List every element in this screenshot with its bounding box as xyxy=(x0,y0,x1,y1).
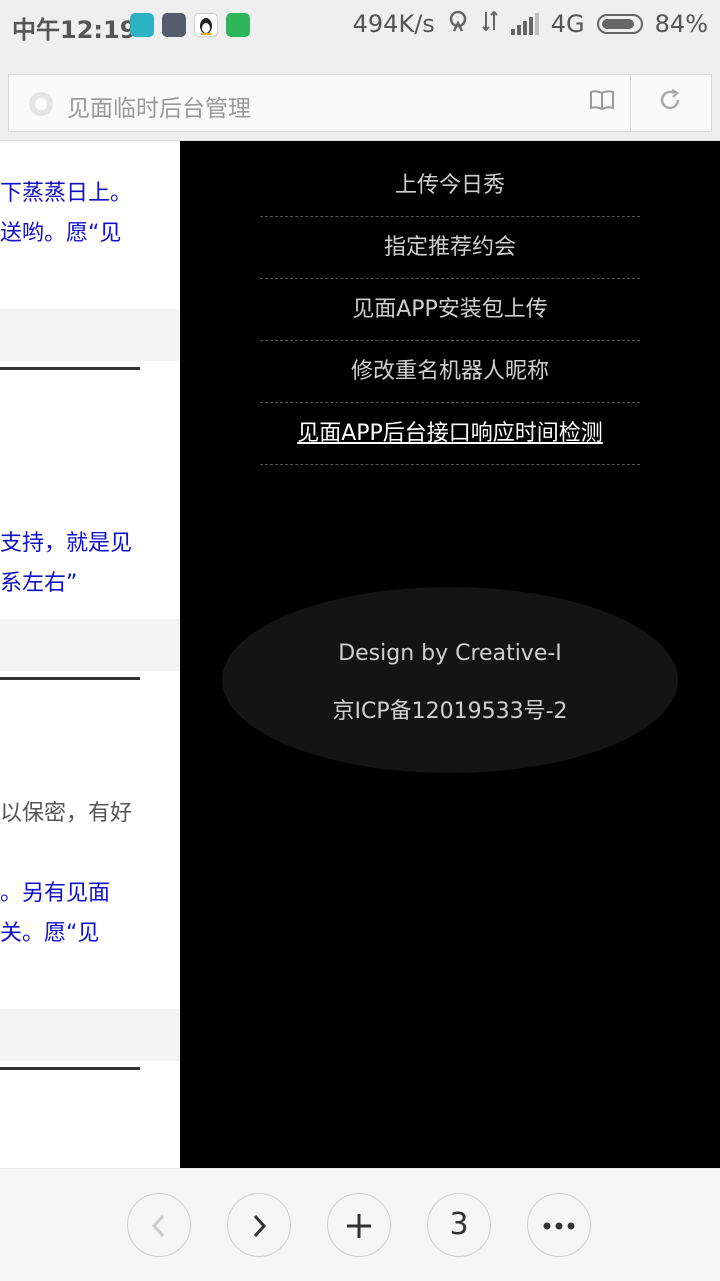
content-text-line: 关。愿“见 xyxy=(0,921,100,946)
app-icon-1 xyxy=(130,13,154,37)
status-right: 494K/s 4G 84% xyxy=(353,10,708,38)
battery-icon xyxy=(596,14,643,34)
chevron-right-icon xyxy=(248,1207,270,1242)
page-content-left: 下蒸蒸日上。 送哟。愿“见 支持，就是见 系左右” 以保密，有好 。另有见面 关… xyxy=(0,141,181,1168)
content-text-line: 下蒸蒸日上。 xyxy=(0,181,133,206)
forward-button[interactable] xyxy=(227,1193,291,1257)
section-band xyxy=(0,1009,180,1061)
content-text-line: 。另有见面 xyxy=(0,881,111,906)
section-band xyxy=(0,619,180,671)
section-band xyxy=(0,309,180,361)
section-divider xyxy=(0,367,140,370)
menu-item-api-response-check[interactable]: 见面APP后台接口响应时间检测 xyxy=(260,403,640,465)
new-tab-button[interactable] xyxy=(327,1193,391,1257)
book-icon[interactable] xyxy=(589,89,615,117)
tabs-count-button[interactable]: 3 xyxy=(427,1193,491,1257)
signal-icon xyxy=(510,13,539,35)
footer-design-credit: Design by Creative-I xyxy=(338,641,562,666)
status-time: 中午12:19 xyxy=(12,16,137,44)
browser-toolbar: 见面临时后台管理 xyxy=(0,52,720,141)
footer-icp-number: 京ICP备12019533号-2 xyxy=(332,699,568,724)
footer-ellipse xyxy=(222,587,678,773)
content-text-line: 支持，就是见 xyxy=(0,531,133,556)
menu-item-app-package-upload[interactable]: 见面APP安装包上传 xyxy=(260,279,640,341)
hotspot-icon xyxy=(447,10,469,38)
content-text-line: 系左右” xyxy=(0,571,78,596)
network-type: 4G xyxy=(550,10,585,38)
plus-icon xyxy=(345,1207,373,1242)
app-icon-4 xyxy=(226,13,250,37)
menu-item-upload-today-show[interactable]: 上传今日秀 xyxy=(260,155,640,217)
battery-percent: 84% xyxy=(654,10,708,38)
app-icon-2 xyxy=(162,13,186,37)
chevron-left-icon xyxy=(148,1207,170,1242)
page-title[interactable]: 见面临时后台管理 xyxy=(67,89,251,123)
menu-item-rename-robot-nickname[interactable]: 修改重名机器人昵称 xyxy=(260,341,640,403)
back-button[interactable] xyxy=(127,1193,191,1257)
address-bar[interactable]: 见面临时后台管理 xyxy=(8,74,712,132)
menu-item-recommend-date[interactable]: 指定推荐约会 xyxy=(260,217,640,279)
data-arrows-icon xyxy=(481,10,499,38)
reload-icon[interactable] xyxy=(657,87,683,120)
address-divider xyxy=(630,75,631,131)
content-text-line: 以保密，有好 xyxy=(0,801,133,826)
section-divider xyxy=(0,677,140,680)
site-icon xyxy=(29,92,53,116)
side-menu: 上传今日秀 指定推荐约会 见面APP安装包上传 修改重名机器人昵称 见面APP后… xyxy=(180,141,720,1168)
status-bar: 中午12:19 494K/s 4G 84% xyxy=(0,0,720,52)
more-dots-icon xyxy=(542,1207,576,1242)
browser-bottom-nav: 3 xyxy=(0,1168,720,1281)
net-speed: 494K/s xyxy=(352,10,435,38)
qq-penguin-icon xyxy=(194,13,218,37)
more-menu-button[interactable] xyxy=(527,1193,591,1257)
tab-count: 3 xyxy=(449,1207,469,1242)
section-divider xyxy=(0,1067,140,1070)
content-text-line: 送哟。愿“见 xyxy=(0,221,122,246)
